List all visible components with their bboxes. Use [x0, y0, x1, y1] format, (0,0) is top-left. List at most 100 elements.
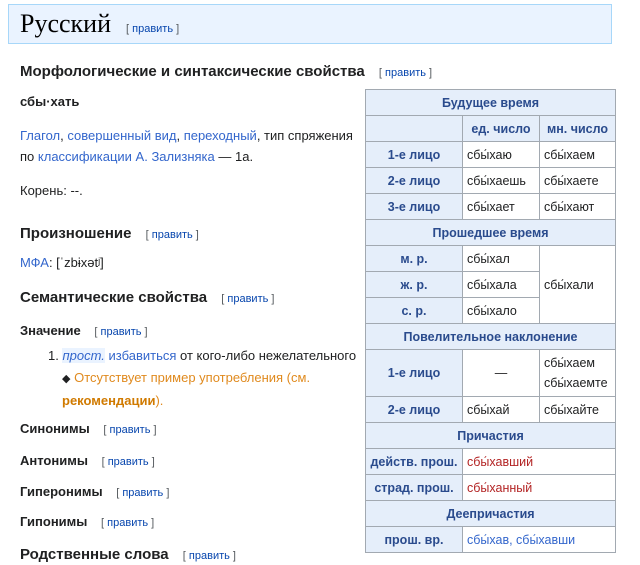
morph-edit: [ править ] — [378, 67, 433, 79]
aspect-link[interactable]: совершенный вид — [67, 128, 176, 143]
pron-heading: Произношение [ править ] — [20, 225, 199, 242]
cell-value: — — [462, 349, 540, 397]
missing-text: Отсутствует пример употребления (см. — [74, 370, 311, 385]
morph-heading: Морфологические и синтаксические свойств… — [20, 63, 432, 80]
recommendations-link[interactable]: рекомендации — [62, 393, 155, 408]
cell-value: сбы́хаете — [539, 167, 616, 194]
edit-link[interactable]: править — [132, 23, 173, 35]
table-row: Повелительное наклонение — [365, 323, 616, 350]
transitivity-link[interactable]: переходный — [184, 128, 257, 143]
table-row: м. р. сбы́хал сбы́хали — [365, 245, 616, 324]
def-label-link[interactable]: прост. — [62, 348, 105, 363]
desc-text: , тип спряжения — [256, 128, 353, 143]
row-label: 3-е лицо — [365, 193, 463, 220]
cell-value: сбы́хает — [462, 193, 540, 220]
table-row: 1-е лицо сбы́хаю сбы́хаем — [365, 141, 616, 168]
section-edit: [ править ] — [101, 456, 155, 468]
sem-edit: [ править ] — [221, 293, 275, 305]
pron-heading-text: Произношение — [20, 225, 132, 242]
row-label: м. р. — [365, 245, 463, 272]
zaliznyak-link[interactable]: классификации А. Зализняка — [38, 149, 215, 164]
morph-description: Глагол, совершенный вид, переходный, тип… — [20, 128, 353, 164]
table-row: Причастия — [365, 422, 616, 449]
cell-value: сбы́хаем сбы́хаемте — [539, 349, 616, 397]
related-edit: [ править ] — [182, 550, 236, 562]
table-row: 1-е лицо — сбы́хаем сбы́хаемте — [365, 349, 616, 397]
cell-value: сбы́хаю — [462, 141, 540, 168]
table-row: ед. число мн. число — [365, 115, 616, 142]
conjugation-table: Будущее время ед. число мн. число 1-е ли… — [365, 89, 616, 553]
row-label: с. р. — [365, 297, 463, 324]
table-row: действ. прош. сбы́хавший — [365, 448, 616, 475]
table-row: 3-е лицо сбы́хает сбы́хают — [365, 193, 616, 220]
section-edit: [ править ] — [116, 487, 170, 499]
headword: сбы·хать — [20, 94, 80, 109]
table-row: 2-е лицо сбы́хаешь сбы́хаете — [365, 167, 616, 194]
row-label: ж. р. — [365, 271, 463, 298]
table-row: прош. вр. сбы́хав, сбы́хавши — [365, 526, 616, 553]
language-header: Русский [ править ] — [8, 4, 612, 44]
missing-example: ◆ Отсутствует пример употребления (см. р… — [62, 367, 360, 411]
cell-value: сбы́хайте — [539, 396, 616, 423]
meaning-heading-text: Значение — [20, 323, 81, 338]
edit-link[interactable]: править — [101, 326, 142, 338]
ipa-link[interactable]: МФА — [20, 255, 49, 270]
cell-value: сбы́хаешь — [462, 167, 540, 194]
row-label: 2-е лицо — [365, 396, 463, 423]
cell-value: сбы́хаем — [539, 141, 616, 168]
desc-tail: — 1a. — [218, 149, 254, 164]
table-row: 2-е лицо сбы́хай сбы́хайте — [365, 396, 616, 423]
section-label: Антонимы — [20, 453, 88, 468]
participle-link[interactable]: сбы́хавший — [462, 448, 616, 475]
cell-value: сбы́хала — [462, 271, 540, 298]
imperative-section-header: Повелительное наклонение — [365, 323, 616, 350]
edit-link[interactable]: править — [152, 229, 193, 241]
row-label: 1-е лицо — [365, 141, 463, 168]
cell-value: сбы́хают — [539, 193, 616, 220]
gerund-link[interactable]: сбы́хав, сбы́хавши — [462, 526, 616, 553]
edit-link[interactable]: править — [227, 293, 268, 305]
col-pl-header: мн. число — [539, 115, 616, 142]
morph-heading-text: Морфологические и синтаксические свойств… — [20, 63, 365, 80]
ipa: МФА: [ˈzbɨxətʲ] — [20, 252, 104, 273]
gerunds-section-header: Деепричастия — [365, 500, 616, 527]
synonyms-heading: Синонимы [ править ] — [20, 421, 157, 436]
related-heading-text: Родственные слова — [20, 546, 169, 563]
edit-link[interactable]: править — [189, 550, 230, 562]
row-label: действ. прош. — [365, 448, 463, 475]
section-label: Гипонимы — [20, 514, 88, 529]
meaning-edit: [ править ] — [94, 326, 148, 338]
table-row: Прошедшее время — [365, 219, 616, 246]
row-label: прош. вр. — [365, 526, 463, 553]
participle-link[interactable]: сбы́ханный — [462, 474, 616, 501]
edit-link[interactable]: править — [107, 517, 148, 529]
section-edit: [ править ] — [101, 517, 155, 529]
form-text: сбы́хаемте — [544, 376, 608, 390]
pron-edit: [ править ] — [145, 229, 199, 241]
section-label: Гиперонимы — [20, 484, 103, 499]
def-link[interactable]: избавиться — [109, 348, 177, 363]
table-row: Деепричастия — [365, 500, 616, 527]
section-edit: [ править ] — [103, 424, 157, 436]
past-plural-cell: сбы́хали — [539, 245, 616, 324]
hypernyms-heading: Гиперонимы [ править ] — [20, 484, 169, 499]
language-edit: [ править ] — [126, 23, 180, 35]
cell-value: сбы́хай — [462, 396, 540, 423]
cell-value: сбы́хало — [462, 297, 540, 324]
edit-link[interactable]: править — [122, 487, 163, 499]
def-number: 1. — [48, 348, 59, 363]
col-sg-header: ед. число — [462, 115, 540, 142]
definition: 1. прост. избавиться от кого-либо нежела… — [48, 345, 360, 366]
edit-link[interactable]: править — [110, 424, 151, 436]
row-label: страд. прош. — [365, 474, 463, 501]
pos-link[interactable]: Глагол — [20, 128, 60, 143]
antonyms-heading: Антонимы [ править ] — [20, 453, 155, 468]
hyponyms-heading: Гипонимы [ править ] — [20, 514, 154, 529]
language-title: Русский — [20, 9, 111, 38]
cell-value: сбы́хал — [462, 245, 540, 272]
diamond-icon: ◆ — [62, 373, 71, 385]
root: Корень: --. — [20, 183, 83, 198]
edit-link[interactable]: править — [108, 456, 149, 468]
edit-link[interactable]: править — [385, 67, 426, 79]
desc-text: по — [20, 149, 35, 164]
